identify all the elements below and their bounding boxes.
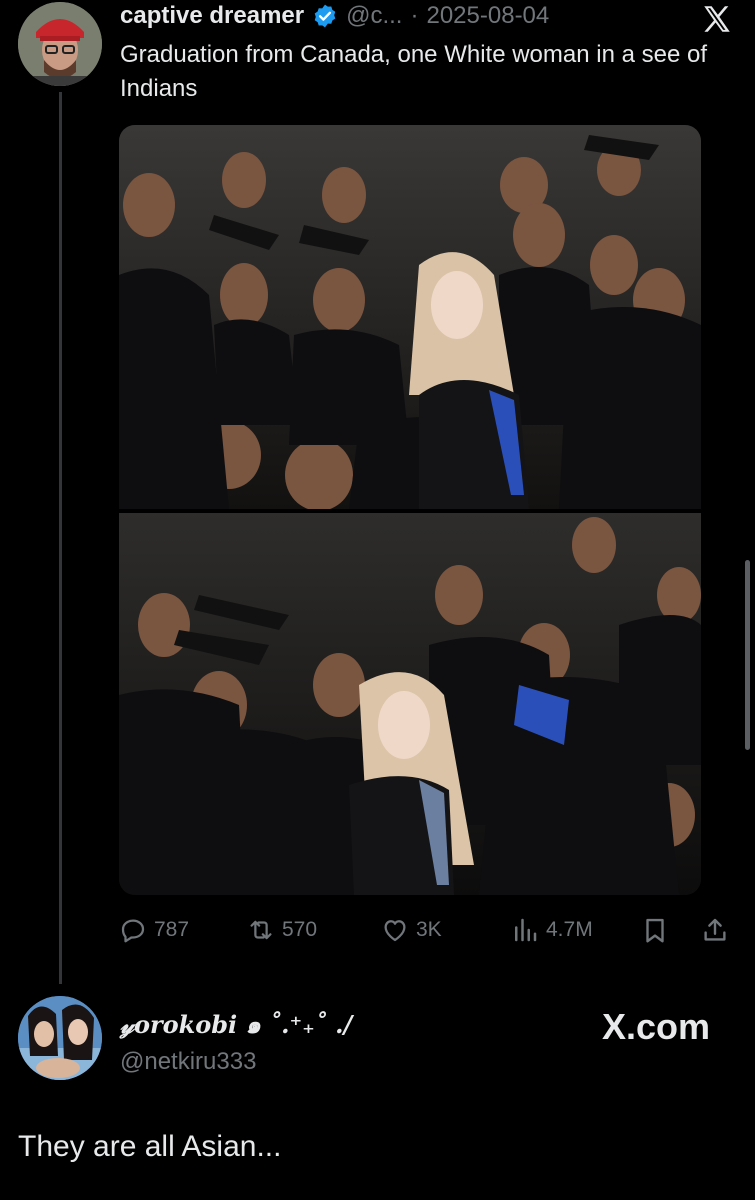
reply-icon [121, 919, 145, 943]
verified-badge-icon [314, 4, 336, 28]
share-icon [704, 918, 726, 941]
scrollbar[interactable] [745, 560, 750, 750]
repost-icon [250, 920, 272, 940]
share-action[interactable] [700, 912, 730, 948]
post-text: Graduation from Canada, one White woman … [120, 41, 707, 102]
reply-text: They are all Asian... [18, 1130, 282, 1163]
thread-line [59, 92, 62, 984]
like-count: 3K [416, 918, 442, 941]
bookmark-action[interactable] [640, 912, 670, 948]
post-actions: 787 570 3K 4.7M [118, 912, 735, 948]
author-avatar[interactable] [18, 2, 102, 86]
reply-author-block: 𝓎orokobi ๑ ˚.⁺₊˚ ./ @netkiru333 [120, 1005, 352, 1076]
like-action[interactable]: 3K [380, 912, 442, 948]
x-logo-icon[interactable] [700, 2, 734, 36]
meta-separator: · [410, 2, 419, 29]
post-media-image[interactable] [119, 125, 701, 895]
author-handle[interactable]: @c... [346, 2, 402, 30]
post-header: captive dreamer @c... · 2025-08-04 [120, 0, 549, 32]
views-icon [515, 918, 537, 942]
reply-author-handle[interactable]: @netkiru333 [120, 1048, 352, 1076]
xcom-watermark: X.com [602, 1006, 711, 1047]
post-date[interactable]: 2025-08-04 [426, 2, 549, 30]
reply-author-name[interactable]: 𝓎orokobi ๑ ˚.⁺₊˚ ./ [120, 1005, 352, 1044]
views-action[interactable]: 4.7M [510, 912, 593, 948]
repost-count: 570 [282, 918, 318, 941]
bookmark-icon [646, 918, 664, 943]
reply-action[interactable]: 787 [118, 912, 189, 948]
reply-count: 787 [154, 918, 190, 941]
like-icon [384, 920, 406, 942]
repost-action[interactable]: 570 [246, 912, 317, 948]
reply-author-avatar[interactable] [18, 996, 102, 1080]
views-count: 4.7M [546, 918, 593, 941]
author-name[interactable]: captive dreamer [120, 2, 304, 30]
